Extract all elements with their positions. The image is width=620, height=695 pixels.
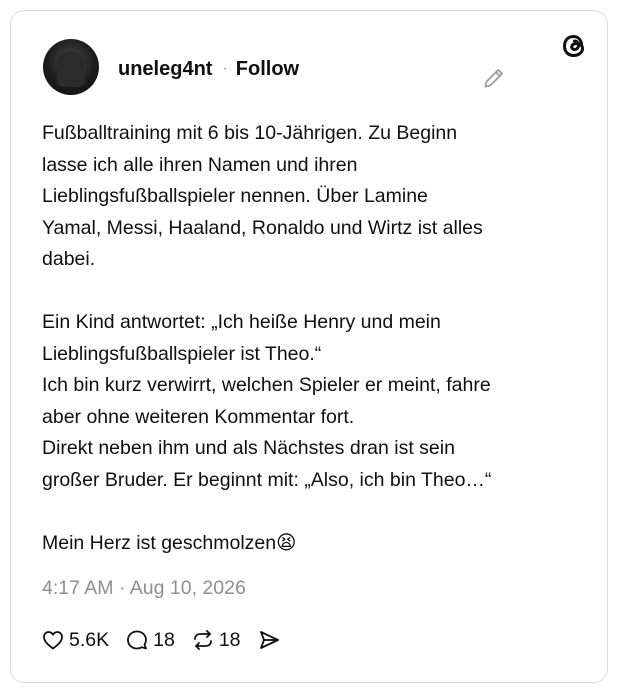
like-count: 5.6K: [69, 628, 110, 651]
avatar-silhouette: [57, 51, 85, 87]
post-card: uneleg4nt · Follow Fußballtraining mit 6…: [10, 10, 608, 683]
post-text: Fußballtraining mit 6 bis 10-Jährigen. Z…: [42, 122, 492, 554]
threads-logo-icon[interactable]: [559, 31, 589, 61]
repost-button[interactable]: 18: [191, 628, 241, 652]
like-button[interactable]: 5.6K: [41, 628, 109, 652]
action-bar: 5.6K 18 18: [41, 625, 301, 655]
repost-count: 18: [218, 628, 241, 651]
reply-count: 18: [153, 628, 175, 651]
heart-icon: [43, 631, 63, 650]
share-button[interactable]: [257, 628, 285, 652]
post-timestamp: 4:17 AM · Aug 10, 2026: [42, 577, 246, 599]
repost-icon: [193, 630, 212, 650]
header-separator: ·: [222, 60, 228, 77]
avatar[interactable]: [43, 39, 99, 95]
follow-button[interactable]: Follow: [236, 58, 299, 81]
post-header: uneleg4nt · Follow: [118, 56, 299, 82]
username[interactable]: uneleg4nt: [118, 58, 212, 81]
send-icon: [259, 631, 279, 649]
comment-icon: [127, 630, 148, 650]
reply-button[interactable]: 18: [125, 628, 175, 652]
pencil-icon[interactable]: [481, 65, 507, 91]
